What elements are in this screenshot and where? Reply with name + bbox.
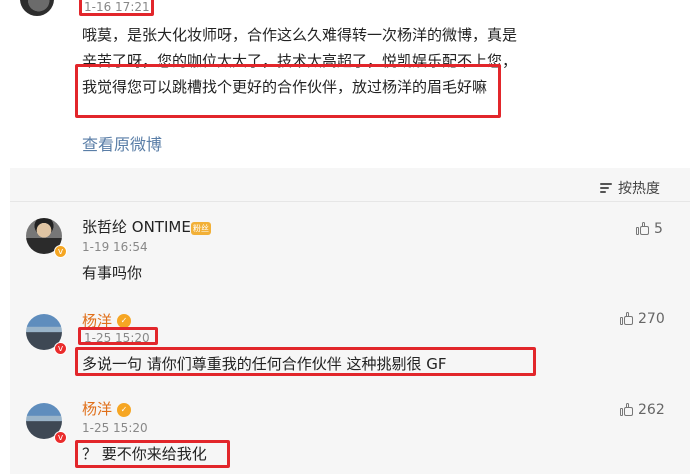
sort-label: 按热度	[618, 181, 660, 197]
fan-badge: 粉丝	[191, 222, 211, 235]
thumbs-up-icon	[620, 403, 634, 417]
thumbs-up-icon	[636, 222, 650, 236]
post-text-highlight	[75, 64, 501, 118]
view-original-link[interactable]: 查看原微博	[82, 131, 162, 155]
like-button[interactable]: 262	[620, 402, 665, 418]
verified-badge: v	[54, 245, 67, 258]
comment-text-highlight	[75, 440, 230, 468]
thumbs-up-icon	[620, 312, 634, 326]
sort-icon	[600, 181, 614, 195]
comment-text-highlight	[75, 347, 536, 376]
comment-time: 1-25 15:20	[82, 421, 148, 435]
sort-control[interactable]: 按热度	[600, 178, 660, 198]
vip-badge-icon: ✓	[117, 403, 131, 417]
like-count: 270	[638, 311, 665, 327]
post-author-avatar[interactable]	[20, 0, 54, 16]
like-button[interactable]: 270	[620, 311, 665, 327]
like-button[interactable]: 5	[636, 221, 663, 237]
comment-time: 1-19 16:54	[82, 240, 148, 254]
like-count: 262	[638, 402, 665, 418]
comment-time-highlight	[78, 327, 158, 345]
verified-badge: v	[54, 342, 67, 355]
vip-badge-icon: ✓	[117, 314, 131, 328]
comment-text: 有事吗你	[82, 264, 143, 282]
comments-divider	[10, 201, 690, 202]
comment-username[interactable]: 张哲纶 ONTIME	[82, 218, 191, 236]
post-time-highlight	[79, 0, 154, 16]
comment-username[interactable]: 杨洋	[82, 400, 112, 418]
verified-badge: v	[54, 431, 67, 444]
like-count: 5	[654, 221, 663, 237]
